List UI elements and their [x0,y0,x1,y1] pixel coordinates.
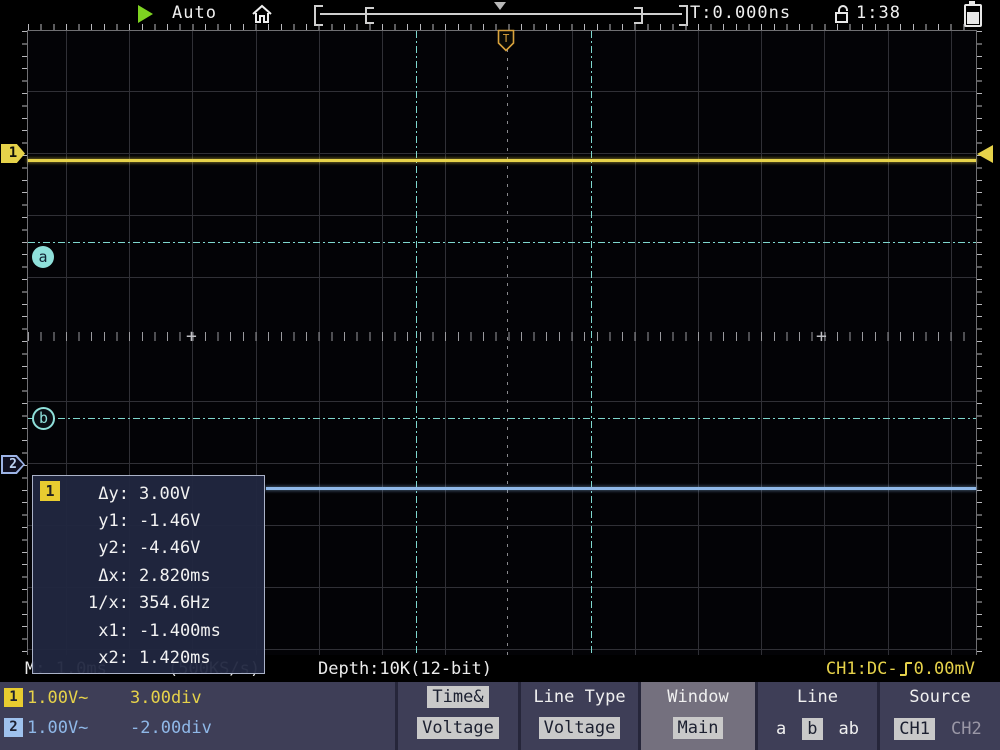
rising-edge-icon [898,660,914,678]
ch2-waveform-trace [266,487,976,490]
menu-line-title: Line [797,687,838,707]
ch1-volts-div: 1.00V~ [27,688,88,708]
record-bar-left-bracket [314,5,323,26]
ch1-trigger-level-marker[interactable] [977,145,993,163]
cursor-panel-channel-badge: 1 [40,481,60,501]
menu-time-voltage-bottom[interactable]: Voltage [417,717,499,739]
cursor-readout-rows: Δy: 3.00V y1: -1.46V y2: -4.46V Δx: 2.82… [63,480,260,672]
cursor-measurement-panel: 1 Δy: 3.00V y1: -1.46V y2: -4.46V Δx: 2.… [32,475,265,674]
cursor-row-value: -1.46V [139,511,200,531]
axis-cross-right: + [816,330,827,343]
view-window-right-bracket [634,7,643,24]
trigger-position-line [507,31,508,656]
cursor-row-label: Δy: [63,484,129,504]
menu-line-option-ab[interactable]: ab [835,718,863,740]
ch1-waveform-trace [28,159,976,162]
right-tick-ruler [977,31,982,656]
clock-readout: 1:38 [856,3,901,23]
trigger-level-text: 0.00mV [914,659,975,679]
menu-time-voltage[interactable]: Time& Voltage [395,682,518,750]
cursor-x1-vertical-line[interactable] [416,31,417,656]
cursor-b-badge[interactable]: b [32,407,55,430]
menu-time-voltage-top[interactable]: Time& [427,686,488,708]
soft-menu-bar: 1 1.00V~ 3.00div 2 1.00V~ -2.00div Time&… [0,682,1000,750]
trigger-position-marker[interactable] [494,2,506,10]
ch1-marker-label: 1 [9,145,17,161]
trigger-status-readout: CH1:DC- 0.00mV [826,659,975,679]
ch1-position-readout: 3.00div [130,688,202,708]
menu-window-value[interactable]: Main [673,717,724,739]
cursor-row-label: y1: [63,511,129,531]
cursor-row-value: -4.46V [139,538,200,558]
cursor-x2-vertical-line[interactable] [591,31,592,656]
cursor-row-x2: x2: 1.420ms [63,644,260,671]
menu-line-type-value[interactable]: Voltage [539,717,621,739]
cursor-row-y2: y2: -4.46V [63,535,260,562]
view-window-left-bracket [365,7,374,24]
cursor-row-1overx: 1/x: 354.6Hz [63,590,260,617]
menu-source-title: Source [909,687,970,707]
menu-window-title: Window [667,687,728,707]
cursor-row-y1: y1: -1.46V [63,507,260,534]
ch2-position-readout: -2.00div [130,718,212,738]
oscilloscope-screen: Auto T:0.000ns 1:38 [0,0,1000,750]
cursor-row-value: 2.820ms [139,566,211,586]
cursor-row-label: 1/x: [63,593,129,613]
run-state-icon[interactable] [138,5,153,23]
record-depth-readout: Depth:10K(12-bit) [318,659,492,679]
menu-line-type[interactable]: Line Type Voltage [518,682,638,750]
cursor-row-value: 3.00V [139,484,190,504]
cursor-b-label: b [39,409,48,427]
ch2-volts-div: 1.00V~ [27,718,88,738]
cursor-b-horizontal-line[interactable] [28,418,976,419]
menu-source-option-ch2[interactable]: CH2 [947,718,986,740]
menu-source[interactable]: Source CH1 CH2 [877,682,1000,750]
left-tick-ruler [22,31,27,656]
menu-source-option-ch1[interactable]: CH1 [894,718,935,740]
menu-line-option-b[interactable]: b [802,718,822,740]
trigger-source-text: CH1:DC- [826,659,898,679]
record-bar-right-bracket [679,5,688,26]
cursor-row-x1: x1: -1.400ms [63,617,260,644]
cursor-row-value: 354.6Hz [139,593,211,613]
horizontal-center-axis [28,332,976,341]
trigger-flag-icon[interactable]: T [497,29,515,52]
cursor-row-dy: Δy: 3.00V [63,480,260,507]
cursor-row-label: x1: [63,621,129,641]
cursor-row-value: 1.420ms [139,648,211,668]
cursor-row-dx: Δx: 2.820ms [63,562,260,589]
trigger-mode-label: Auto [172,3,217,23]
menu-line-option-a[interactable]: a [772,718,790,740]
record-position-bar[interactable] [320,13,682,15]
cursor-row-label: Δx: [63,566,129,586]
trigger-offset-readout: T:0.000ns [690,3,791,23]
waveform-display-area: + + T 1 2 [0,28,1000,657]
ch2-badge[interactable]: 2 [4,718,23,737]
trigger-flag-letter: T [503,32,510,45]
cursor-row-label: x2: [63,648,129,668]
cursor-row-label: y2: [63,538,129,558]
ch2-marker-label: 2 [9,457,17,472]
cursor-a-badge[interactable]: a [32,246,54,268]
axis-cross-left: + [186,330,197,343]
menu-window[interactable]: Window Main [638,682,755,750]
ch2-marker-inner: 2 [3,457,23,472]
cursor-a-horizontal-line[interactable] [28,242,976,243]
ch1-badge[interactable]: 1 [4,688,23,707]
menu-line[interactable]: Line a b ab [755,682,877,750]
cursor-row-value: -1.400ms [139,621,221,641]
menu-line-type-title: Line Type [533,687,625,707]
cursor-a-label: a [38,248,47,266]
